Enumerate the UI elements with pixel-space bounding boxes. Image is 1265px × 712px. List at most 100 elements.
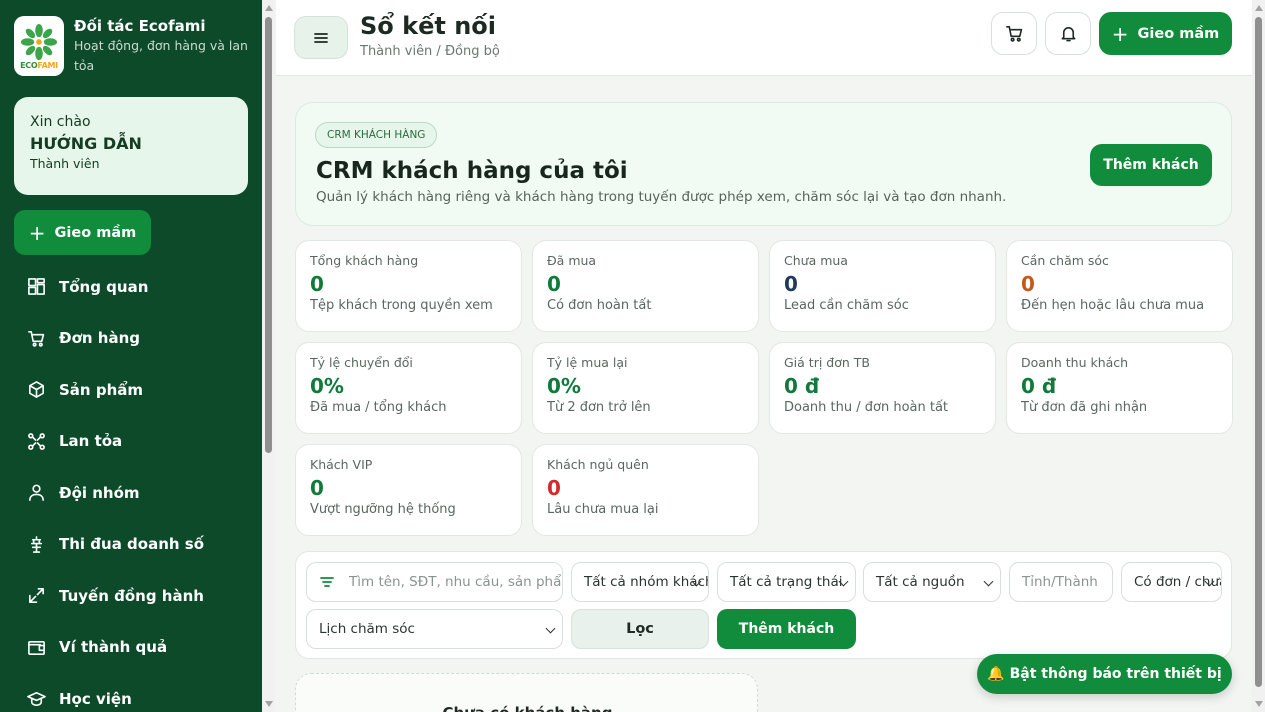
stat-label: Doanh thu khách: [1021, 355, 1129, 370]
sidebar-item-share[interactable]: Lan tỏa: [0, 416, 262, 468]
province-input[interactable]: Tỉnh/Thành: [1009, 562, 1113, 602]
stat-value: 0 đ: [784, 374, 820, 398]
sidebar-seed-button[interactable]: + Gieo mầm: [14, 210, 151, 255]
sidebar-item-overview[interactable]: Tổng quan: [0, 261, 262, 313]
stat-card-needs-care: Cần chăm sóc 0 Đến hẹn hoặc lâu chưa mua: [1006, 240, 1233, 332]
sidebar-scroll-thumb[interactable]: [265, 17, 272, 453]
stat-value: 0%: [310, 374, 344, 398]
stat-value: 0: [1021, 272, 1035, 296]
graduation-icon: [27, 692, 46, 707]
scroll-up-arrow-icon[interactable]: [1255, 5, 1263, 11]
hero-title: CRM khách hàng của tôi: [316, 158, 628, 184]
filter-bar: Tìm tên, SĐT, nhu cầu, sản phẩm Tất cả n…: [295, 551, 1232, 659]
stat-sub: Lâu chưa mua lại: [547, 502, 659, 517]
filter-button[interactable]: Lọc: [571, 609, 709, 649]
stat-sub: Đến hẹn hoặc lâu chưa mua: [1021, 298, 1205, 313]
brand: ECOFAMI Đối tác Ecofami Hoạt động, đơn h…: [0, 0, 262, 90]
user-icon: [29, 484, 44, 502]
wallet-icon: [28, 640, 45, 655]
sidebar-item-label: Sản phẩm: [59, 380, 143, 399]
stat-label: Tỷ lệ mua lại: [547, 355, 628, 370]
header-seed-label: Gieo mầm: [1137, 25, 1220, 42]
sidebar-item-products[interactable]: Sản phẩm: [0, 364, 262, 416]
stat-value: 0: [310, 476, 324, 500]
search-placeholder: Tìm tên, SĐT, nhu cầu, sản phẩm: [349, 574, 563, 590]
source-select[interactable]: Tất cả nguồn: [863, 562, 1001, 602]
filter-icon: [319, 574, 335, 590]
stat-value: 0: [547, 476, 561, 500]
scroll-down-arrow-icon[interactable]: [1255, 701, 1263, 707]
stat-sub: Có đơn hoàn tất: [547, 298, 652, 313]
stat-card-dormant: Khách ngủ quên 0 Lâu chưa mua lại: [532, 444, 759, 536]
sidebar-item-route[interactable]: Tuyến đồng hành: [0, 570, 262, 622]
stat-sub: Đã mua / tổng khách: [310, 400, 447, 415]
stat-label: Khách ngủ quên: [547, 457, 649, 472]
sidebar-item-wallet[interactable]: Ví thành quả: [0, 622, 262, 674]
bell-icon: [1061, 27, 1075, 42]
cart-button[interactable]: [991, 12, 1037, 55]
stat-sub: Từ 2 đơn trở lên: [547, 400, 651, 415]
customer-group-select[interactable]: Tất cả nhóm khách: [571, 562, 709, 602]
logo-text: ECOFAMI: [20, 60, 58, 70]
sidebar-item-label: Đơn hàng: [59, 329, 140, 348]
greeting-role: Thành viên: [30, 156, 100, 171]
care-schedule-select[interactable]: Lịch chăm sóc: [306, 609, 563, 649]
stat-value: 0: [784, 272, 798, 296]
crm-hero: CRM KHÁCH HÀNG CRM khách hàng của tôi Qu…: [295, 102, 1232, 226]
stat-card-repurchase-rate: Tỷ lệ mua lại 0% Từ 2 đơn trở lên: [532, 342, 759, 434]
scroll-up-arrow-icon[interactable]: [265, 5, 273, 11]
sidebar-item-orders[interactable]: Đơn hàng: [0, 313, 262, 365]
stat-card-customer-revenue: Doanh thu khách 0 đ Từ đơn đã ghi nhận: [1006, 342, 1233, 434]
sidebar-item-academy[interactable]: Học viện: [0, 673, 262, 712]
sidebar-seed-label: Gieo mầm: [54, 224, 137, 241]
notification-button[interactable]: [1045, 12, 1091, 55]
route-icon: [29, 588, 44, 604]
add-customer-button[interactable]: Thêm khách: [1090, 144, 1212, 186]
filter-add-customer-button[interactable]: Thêm khách: [717, 609, 856, 649]
share-icon: [28, 432, 45, 450]
greeting-name: HƯỚNG DẪN: [30, 134, 142, 153]
cart-icon: [1005, 26, 1022, 42]
box-icon: [29, 381, 44, 399]
main-scrollbar[interactable]: [1252, 0, 1265, 712]
sidebar-item-label: Tuyến đồng hành: [59, 586, 204, 605]
status-select[interactable]: Tất cả trạng thái: [717, 562, 856, 602]
main-scroll-thumb[interactable]: [1255, 17, 1262, 687]
menu-toggle-button[interactable]: [294, 16, 348, 59]
province-placeholder: Tỉnh/Thành: [1022, 574, 1098, 590]
header-seed-button[interactable]: + Gieo mầm: [1099, 12, 1232, 55]
stat-label: Giá trị đơn TB: [784, 355, 870, 370]
page-title: Sổ kết nối: [360, 12, 496, 40]
sidebar-item-competition[interactable]: Thi đua doanh số: [0, 519, 262, 571]
hero-description: Quản lý khách hàng riêng và khách hàng t…: [316, 189, 1007, 205]
chevron-down-icon: [545, 623, 556, 634]
search-input[interactable]: Tìm tên, SĐT, nhu cầu, sản phẩm: [306, 562, 563, 602]
stat-value: 0 đ: [1021, 374, 1057, 398]
scroll-down-arrow-icon[interactable]: [265, 701, 273, 707]
sidebar-item-team[interactable]: Đội nhóm: [0, 467, 262, 519]
stat-label: Khách VIP: [310, 457, 373, 472]
enable-notifications-button[interactable]: 🔔 Bật thông báo trên thiết bị: [977, 654, 1232, 694]
sidebar-item-label: Tổng quan: [59, 277, 149, 296]
greeting-card: Xin chào HƯỚNG DẪN Thành viên: [14, 97, 248, 195]
leaf-logo-icon: [20, 23, 58, 60]
sidebar-nav: Tổng quan Đơn hàng Sản phẩm Lan tỏa Đội …: [0, 261, 262, 712]
sidebar-scrollbar[interactable]: [262, 0, 275, 712]
stat-value: 0: [310, 272, 324, 296]
brand-logo: ECOFAMI: [14, 16, 64, 76]
empty-state-card: Chưa có khách hàng: [295, 673, 758, 712]
plus-icon: +: [1111, 21, 1129, 46]
plus-icon: +: [28, 220, 46, 245]
top-header: Sổ kết nối Thành viên / Đồng bộ + Gieo m…: [276, 0, 1252, 76]
stat-sub: Doanh thu / đơn hoàn tất: [784, 400, 949, 415]
stat-value: 0: [547, 272, 561, 296]
stat-sub: Từ đơn đã ghi nhận: [1021, 400, 1148, 415]
orders-select[interactable]: Có đơn / chưa đơn: [1121, 562, 1222, 602]
stat-card-total-customers: Tổng khách hàng 0 Tệp khách trong quyền …: [295, 240, 522, 332]
empty-state-title: Chưa có khách hàng: [296, 704, 759, 712]
stat-sub: Vượt ngưỡng hệ thống: [310, 502, 456, 517]
stat-label: Đã mua: [547, 253, 597, 268]
enable-notifications-label: 🔔 Bật thông báo trên thiết bị: [987, 666, 1222, 682]
section-pill: CRM KHÁCH HÀNG: [315, 122, 438, 148]
dashboard-icon: [28, 278, 45, 296]
